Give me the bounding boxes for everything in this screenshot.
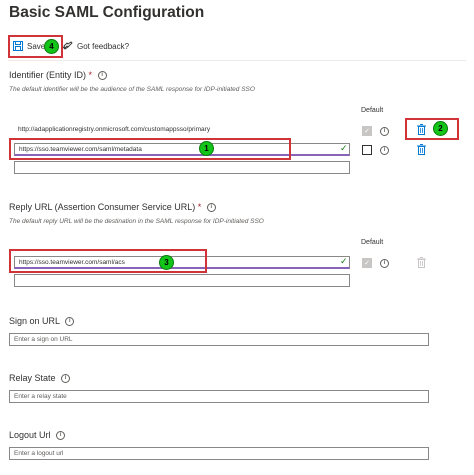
identifier-label: Identifier (Entity ID) * i [9, 70, 107, 81]
info-icon: i [97, 71, 107, 81]
identifier-new-input[interactable] [14, 161, 350, 174]
info-icon: i [61, 374, 71, 384]
reply-url-default-checkbox: ✓ [362, 258, 372, 268]
feedback-label: Got feedback? [77, 41, 130, 51]
valid-check-icon: ✓ [340, 256, 348, 266]
identifier-default-header: Default [361, 107, 384, 114]
delete-icon [417, 257, 426, 268]
identifier-default-checkbox[interactable] [362, 145, 372, 155]
delete-highlight-box [405, 118, 459, 140]
callout-badge-1: 1 [199, 141, 214, 156]
feedback-icon [62, 41, 73, 50]
identifier-existing-default-checkbox: ✓ [362, 126, 372, 136]
reply-url-new-input[interactable] [14, 274, 350, 287]
identifier-existing-value: http://adapplicationregistry.onmicrosoft… [18, 126, 211, 133]
identifier-highlight-box [9, 138, 291, 160]
identifier-hint: The default identifier will be the audie… [9, 86, 255, 93]
reply-url-highlight-box [9, 249, 207, 273]
sign-on-url-input[interactable]: Enter a sign on URL [9, 333, 429, 346]
callout-badge-3: 3 [159, 255, 174, 270]
info-icon: i [206, 203, 216, 213]
callout-badge-2: 2 [433, 121, 448, 136]
toolbar-divider [8, 60, 466, 61]
info-icon: i [380, 259, 389, 268]
reply-url-label: Reply URL (Assertion Consumer Service UR… [9, 202, 216, 213]
info-icon: i [56, 431, 66, 441]
page-title: Basic SAML Configuration [9, 4, 205, 21]
reply-url-hint: The default reply URL will be the destin… [9, 218, 264, 225]
valid-check-icon: ✓ [340, 143, 348, 153]
reply-url-default-header: Default [361, 239, 384, 246]
logout-url-label: Logout Url i [9, 430, 66, 441]
relay-state-input[interactable]: Enter a relay state [9, 390, 429, 403]
delete-icon[interactable] [417, 144, 426, 155]
logout-url-input[interactable]: Enter a logout url [9, 447, 429, 460]
feedback-button[interactable]: Got feedback? [62, 41, 129, 51]
relay-state-label: Relay State i [9, 373, 71, 384]
info-icon: i [380, 146, 389, 155]
info-icon: i [380, 127, 389, 136]
info-icon: i [65, 317, 75, 327]
sign-on-url-label: Sign on URL i [9, 316, 75, 327]
callout-badge-4: 4 [44, 39, 59, 54]
